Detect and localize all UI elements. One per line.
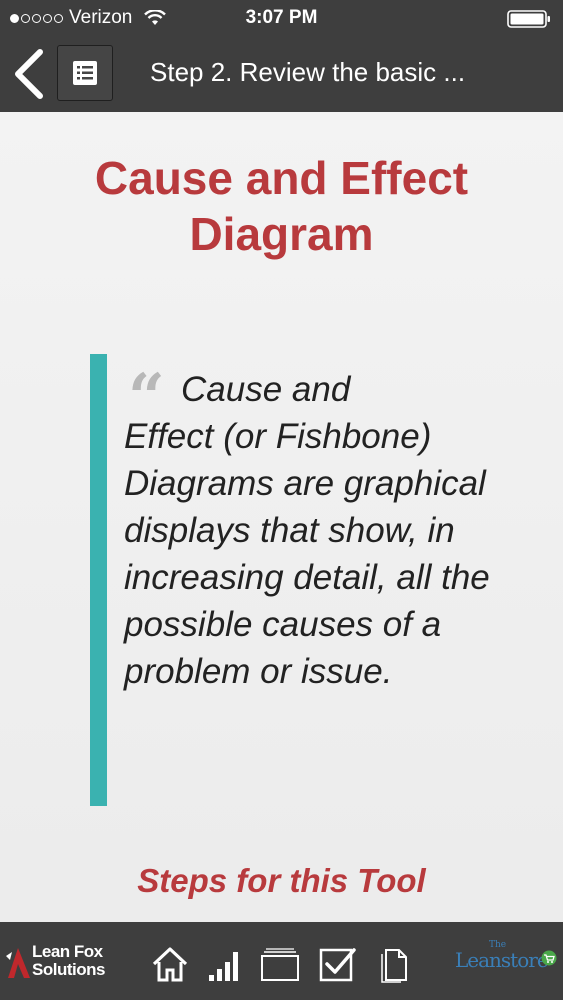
folder-icon[interactable] [260,944,300,984]
quote-first-line: Cause and [181,370,351,409]
steps-heading-link[interactable]: Steps for this Tool [0,862,563,900]
nav-title: Step 2. Review the basic ... [150,57,466,87]
quote-accent-bar [90,354,107,806]
chevron-left-icon [15,49,43,99]
list-icon [73,61,97,85]
menu-button[interactable] [57,45,113,101]
status-time: 3:07 PM [245,7,318,28]
lean-fox-logo-line2: Solutions [32,960,105,979]
quote-text: Cause and Effect (or Fishbone) Diagrams a… [124,366,504,695]
lean-fox-logo[interactable]: Lean Fox Solutions [4,940,114,984]
page-title: Cause and Effect Diagram [0,150,563,262]
bottom-toolbar: Lean Fox Solutions The Leanstore [0,922,563,1000]
leanstore-logo-text: Leanstore [455,948,549,972]
app-screen: Verizon 3:07 PM Step 2. Review the basic… [0,0,563,1000]
quote-body: Effect (or Fishbone) Diagrams are graphi… [124,417,490,691]
bar-chart-icon[interactable] [205,944,245,984]
page-title-line2: Diagram [189,208,374,260]
battery-icon [507,10,550,28]
document-icon[interactable] [375,944,415,984]
fox-logo-icon [6,948,30,978]
home-icon[interactable] [150,944,190,984]
back-button[interactable] [10,48,50,100]
lean-fox-logo-line1: Lean Fox [32,942,103,961]
leanstore-logo[interactable]: The Leanstore [449,940,559,980]
shopping-cart-icon [541,950,557,966]
status-bar: Verizon 3:07 PM [0,0,563,36]
checkbox-icon[interactable] [318,944,358,984]
navigation-bar: Step 2. Review the basic ... [0,36,563,112]
page-title-line1: Cause and Effect [94,152,469,204]
definition-quote: “ Cause and Effect (or Fishbone) Diagrams… [90,354,520,806]
lean-fox-logo-text: Lean Fox Solutions [32,943,105,979]
